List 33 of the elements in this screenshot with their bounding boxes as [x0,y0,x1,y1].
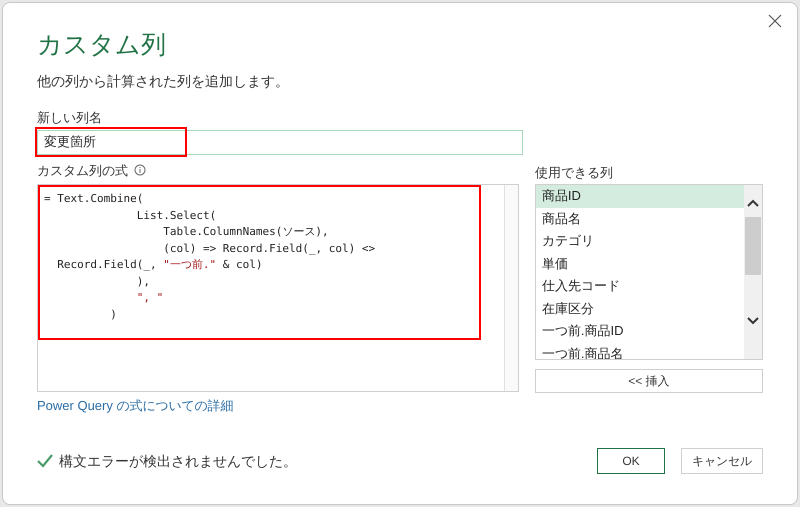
code-line: Record.Field(_, "一つ前." & col) [56,257,262,273]
code-line: ), [136,274,150,290]
dialog-description: 他の列から計算された列を追加します。 [37,72,289,91]
code-line: ", " [136,290,164,306]
code-line: ) [109,306,117,322]
cancel-button[interactable]: キャンセル [681,448,763,474]
scrollbar-thumb[interactable] [745,217,761,275]
insert-button[interactable]: << 挿入 [534,369,763,393]
code-line: = Text.Combine( [44,191,144,207]
list-item[interactable]: 商品名 [536,208,744,230]
ok-button[interactable]: OK [597,448,665,474]
column-name-field[interactable]: 変更箇所 [37,130,523,154]
field-label: 新しい列名 [37,109,102,127]
dialog-title: カスタム列 [37,30,166,61]
list-item[interactable]: 仕入先コード [536,275,744,298]
info-icon [134,164,146,176]
list-item[interactable]: 商品ID [536,185,744,208]
list-item[interactable]: 単価 [536,252,744,275]
status-message: 構文エラーが検出されませんでした。 [59,452,297,470]
chevron-down-icon[interactable] [747,317,759,325]
check-icon [37,454,53,468]
code-line: Table.ColumnNames(ソース), [162,224,329,240]
code-line: (col) => Record.Field(_, col) <> [162,240,376,257]
chevron-up-icon[interactable] [747,199,759,207]
formula-editor[interactable]: = Text.Combine( List.Select( Table.ColumnNames(ソース), (col) => Record.Field(_, col) <> Record.Field(_, "一つ前." & col) ), ", " ) [37,184,519,392]
list-label: 使用できる列 [534,164,614,182]
code-line: List.Select( [136,208,216,224]
field-label: カスタム列の式 [37,162,128,180]
list-item[interactable]: 一つ前.商品名 [536,342,744,359]
list-item[interactable]: 一つ前.商品ID [536,320,744,342]
help-link[interactable]: Power Query の式についての詳細 [37,396,234,416]
list-item[interactable]: カテゴリ [536,230,744,252]
list-item[interactable]: 在庫区分 [536,298,744,320]
